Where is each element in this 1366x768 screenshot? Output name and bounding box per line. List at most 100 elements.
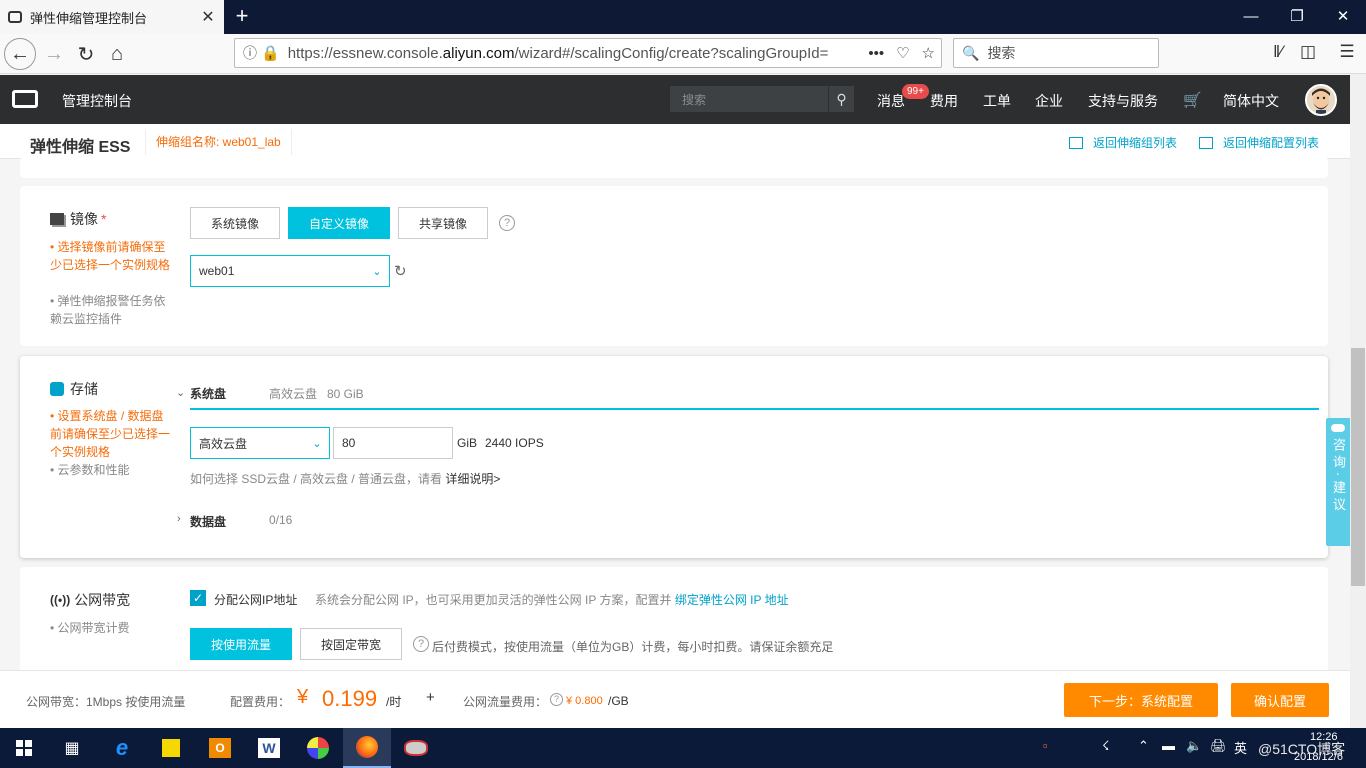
minimize-icon[interactable]: — — [1228, 0, 1274, 34]
nav-billing[interactable]: 费用 — [930, 91, 958, 111]
remote-desktop-icon[interactable] — [392, 728, 440, 768]
data-disk-label[interactable]: 数据盘 — [190, 513, 226, 530]
public-ip-label[interactable]: 分配公网IP地址 — [214, 591, 297, 608]
pocket-icon[interactable]: ♡ — [890, 44, 915, 62]
ie-icon[interactable]: e — [98, 728, 146, 768]
sticky-notes-icon[interactable] — [147, 728, 195, 768]
disk-iops: 2440 IOPS — [485, 436, 544, 450]
storage-title-text: 存储 — [70, 381, 98, 397]
product-name: 弹性伸缩 ESS — [30, 139, 131, 156]
volume-muted-icon[interactable]: 🔈 — [1186, 738, 1202, 754]
user-avatar[interactable] — [1305, 84, 1337, 116]
feedback-widget[interactable]: 咨询·建议 — [1326, 418, 1350, 546]
tray-chevron-up-icon[interactable]: ⌃ — [1138, 738, 1149, 754]
page-actions-icon[interactable]: ••• — [862, 45, 890, 62]
disk-size-input[interactable]: 80 — [333, 427, 453, 459]
shared-image-tab[interactable]: 共享镜像 — [398, 207, 488, 239]
browser-tab[interactable]: 弹性伸缩管理控制台 ✕ — [0, 0, 224, 34]
ime-indicator[interactable]: 英 — [1234, 738, 1247, 757]
browser-search-placeholder: 搜索 — [987, 45, 1016, 61]
bandwidth-summary: 公网带宽：1Mbps 按使用流量 — [26, 695, 186, 709]
lock-icon: 🔒 — [261, 45, 280, 62]
console-title[interactable]: 管理控制台 — [62, 91, 132, 111]
outlook-icon[interactable]: O — [196, 728, 244, 768]
home-icon[interactable]: ⌂ — [101, 38, 133, 70]
feedback-icon — [1331, 424, 1345, 432]
help-icon[interactable]: ? — [550, 693, 563, 706]
disk-help-link[interactable]: 详细说明> — [445, 472, 500, 486]
storage-tip-1: • 设置系统盘 / 数据盘前请确保至少已选择一个实例规格 — [50, 409, 171, 459]
image-title-text: 镜像 — [70, 211, 98, 227]
help-icon[interactable]: ? — [413, 636, 429, 652]
bookmark-star-icon[interactable]: ☆ — [916, 44, 941, 62]
back-to-config-list-link[interactable]: 返回伸缩配置列表 — [1199, 134, 1319, 151]
back-config-list-label: 返回伸缩配置列表 — [1223, 136, 1320, 150]
cart-icon[interactable]: 🛒 — [1183, 91, 1202, 109]
url-text: https://essnew.console.aliyun.com/wizard… — [287, 44, 829, 62]
system-image-tab[interactable]: 系统镜像 — [190, 207, 280, 239]
chevron-right-icon[interactable]: › — [177, 513, 181, 525]
disk-type-select[interactable]: 高效云盘 ⌄ — [190, 427, 330, 459]
nav-enterprise[interactable]: 企业 — [1035, 91, 1063, 111]
nav-messages[interactable]: 消息 — [877, 91, 905, 111]
word-icon[interactable]: W — [245, 728, 293, 768]
previous-section-card — [20, 157, 1328, 178]
aliyun-logo-icon[interactable] — [12, 90, 38, 108]
windows-start-icon[interactable] — [0, 728, 48, 768]
back-group-list-label: 返回伸缩组列表 — [1093, 136, 1178, 150]
back-to-group-list-link[interactable]: 返回伸缩组列表 — [1069, 134, 1177, 151]
image-select-value: web01 — [199, 264, 235, 278]
new-tab-button[interactable]: + — [230, 4, 254, 28]
people-icon[interactable]: ☇ — [1102, 738, 1109, 754]
disk-unit: GiB — [457, 436, 478, 450]
tab-close-icon[interactable]: ✕ — [200, 7, 216, 27]
firefox-icon[interactable] — [343, 728, 391, 768]
disk-help-text: 如何选择 SSD云盘 / 高效云盘 / 普通云盘，请看 详细说明> — [190, 472, 501, 486]
battery-icon[interactable]: ▬ — [1162, 738, 1175, 753]
forward-arrow-icon[interactable]: → — [38, 38, 70, 70]
tray-app-icon[interactable]: ▫ — [1043, 738, 1048, 753]
bind-eip-link[interactable]: 绑定弹性公网 IP 地址 — [675, 593, 789, 607]
public-ip-checkbox[interactable]: ✓ — [190, 590, 206, 606]
console-search-placeholder: 搜索 — [682, 92, 707, 107]
chevron-down-icon[interactable]: ⌄ — [176, 386, 185, 399]
nav-tickets[interactable]: 工单 — [983, 91, 1011, 111]
nav-language[interactable]: 简体中文 — [1223, 91, 1279, 111]
aliyun-favicon-icon — [8, 11, 22, 23]
search-icon[interactable]: ⚲ — [828, 86, 854, 112]
chevron-down-icon: ⌄ — [372, 265, 382, 278]
plus-sign: + — [426, 689, 435, 706]
pay-by-traffic-button[interactable]: 按使用流量 — [190, 628, 292, 660]
image-tip-2: • 弹性伸缩报警任务依赖云监控插件 — [50, 294, 166, 326]
info-icon[interactable]: ⓘ — [243, 43, 257, 63]
menu-icon[interactable]: ☰ — [1336, 42, 1358, 64]
storage-tip-2: • 云参数和性能 — [50, 463, 130, 477]
next-system-config-button[interactable]: 下一步：系统配置 — [1064, 683, 1218, 717]
per-gb-unit: /GB — [608, 694, 629, 708]
console-search[interactable]: 搜索 ⚲ — [670, 86, 854, 112]
nav-support[interactable]: 支持与服务 — [1088, 91, 1158, 111]
refresh-icon[interactable]: ↻ — [394, 262, 407, 280]
task-view-icon[interactable]: ▦ — [48, 728, 96, 768]
custom-image-tab[interactable]: 自定义镜像 — [288, 207, 390, 239]
network-icon[interactable]: 🖨 — [1210, 738, 1227, 754]
url-bar[interactable]: ⓘ 🔒 https://essnew.console.aliyun.com/wi… — [234, 38, 942, 68]
system-disk-label[interactable]: 系统盘 — [190, 385, 226, 402]
pay-by-bandwidth-button[interactable]: 按固定带宽 — [300, 628, 402, 660]
required-mark: * — [101, 211, 107, 227]
return-icon — [1069, 136, 1083, 149]
confirm-config-button[interactable]: 确认配置 — [1231, 683, 1329, 717]
reload-icon[interactable]: ↻ — [70, 38, 102, 70]
color-app-icon[interactable] — [294, 728, 342, 768]
system-disk-summary: 高效云盘 80 GiB — [269, 387, 364, 401]
window-close-icon[interactable]: ✕ — [1320, 0, 1366, 34]
restore-icon[interactable]: ❐ — [1274, 0, 1320, 34]
sidebar-icon[interactable]: ◫ — [1297, 42, 1319, 64]
image-select[interactable]: web01 ⌄ — [190, 255, 390, 287]
help-icon[interactable]: ? — [499, 215, 515, 231]
scrollbar-thumb[interactable] — [1351, 348, 1365, 586]
per-hour-unit: /时 — [386, 695, 402, 709]
browser-search-field[interactable]: 🔍 搜索 — [953, 38, 1159, 68]
library-icon[interactable]: ‖⁄ — [1267, 42, 1289, 64]
back-arrow-icon[interactable]: ← — [4, 38, 36, 70]
